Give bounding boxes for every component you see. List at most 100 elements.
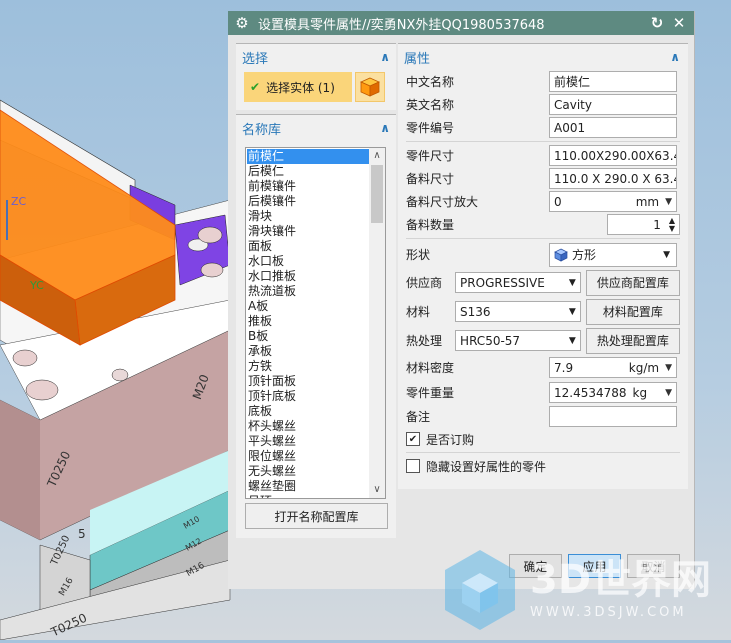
list-item[interactable]: 水口推板 [247, 269, 369, 284]
shape-value: 方形 [572, 248, 597, 262]
dropdown-arrow-icon[interactable]: ▼ [665, 363, 672, 373]
chevron-up-icon[interactable]: ∧ [670, 50, 680, 64]
select-group: 选择 ∧ ✔ 选择实体 (1) [236, 43, 396, 110]
heat-treatment-dropdown[interactable]: HRC50-57 ▼ [455, 330, 581, 351]
list-item[interactable]: 滑块 [247, 209, 369, 224]
list-item[interactable]: 顶针面板 [247, 374, 369, 389]
density-value: 7.9 [554, 360, 574, 375]
name-library-header[interactable]: 名称库 ∧ [236, 114, 396, 141]
supplier-value: PROGRESSIVE [460, 275, 545, 290]
density-input[interactable]: 7.9 kg/m ▼ [549, 357, 677, 378]
order-checkbox-row[interactable]: ✔ 是否订购 [406, 428, 680, 450]
spin-arrows-icon[interactable]: ▲ ▼ [669, 216, 675, 233]
material-dropdown[interactable]: S136 ▼ [455, 301, 581, 322]
dialog-titlebar[interactable]: ⚙ 设置模具零件属性//奕勇NX外挂QQ1980537648 ↻ ✕ [228, 11, 694, 35]
hide-configured-checkbox[interactable] [406, 459, 420, 473]
cancel-button[interactable]: 取消 [627, 554, 680, 578]
plate-number-label: 5 [78, 527, 86, 541]
list-item[interactable]: 顶针底板 [247, 389, 369, 404]
dropdown-arrow-icon[interactable]: ▼ [569, 278, 576, 288]
scroll-down-icon[interactable]: ∨ [369, 482, 385, 498]
list-scrollbar[interactable]: ∧ ∨ [369, 148, 385, 498]
list-item[interactable]: 面板 [247, 239, 369, 254]
shape-label: 形状 [406, 248, 431, 262]
reset-icon[interactable]: ↻ [648, 14, 666, 32]
stock-size-input[interactable]: 110.0 X 290.0 X 63.4 [549, 168, 677, 189]
order-checkbox[interactable]: ✔ [406, 432, 420, 446]
list-item[interactable]: 前模镶件 [247, 179, 369, 194]
list-item[interactable]: 底板 [247, 404, 369, 419]
supplier-library-button[interactable]: 供应商配置库 [585, 269, 680, 296]
dropdown-arrow-icon[interactable]: ▼ [665, 388, 672, 398]
remark-input[interactable] [549, 406, 677, 427]
list-item[interactable]: 推板 [247, 314, 369, 329]
stock-enlarge-label: 备料尺寸放大 [406, 195, 479, 209]
select-entity-button[interactable]: ✔ 选择实体 (1) [244, 72, 352, 102]
list-item[interactable]: 热流道板 [247, 284, 369, 299]
dialog-footer: 确定 应用 取消 [509, 554, 680, 578]
part-size-input[interactable]: 110.00X290.00X63.41 [549, 145, 677, 166]
gear-icon: ⚙ [235, 14, 249, 32]
apply-button[interactable]: 应用 [568, 554, 621, 578]
part-number-label: 零件编号 [406, 121, 455, 135]
chinese-name-label: 中文名称 [406, 75, 455, 89]
shape-dropdown[interactable]: 方形 ▼ [549, 242, 677, 267]
weight-input[interactable]: 12.4534788 kg ▼ [549, 382, 677, 403]
properties-form: 中文名称 前模仁 英文名称 Cavity 零件编号 A001 零件尺寸 110.… [398, 70, 688, 489]
list-item[interactable]: 水口板 [247, 254, 369, 269]
part-number-input[interactable]: A001 [549, 117, 677, 138]
right-panel: 属性 ∧ 中文名称 前模仁 英文名称 Cavity 零件编号 A001 零件尺寸… [398, 43, 688, 489]
material-library-button[interactable]: 材料配置库 [585, 298, 680, 325]
stock-qty-stepper[interactable]: 1 ▲ ▼ [607, 214, 680, 235]
properties-title: 属性 [404, 51, 431, 67]
supplier-dropdown[interactable]: PROGRESSIVE ▼ [455, 272, 581, 293]
list-item[interactable]: 滑块镶件 [247, 224, 369, 239]
list-item[interactable]: 平头螺丝 [247, 434, 369, 449]
properties-header[interactable]: 属性 ∧ [398, 43, 688, 70]
stock-enlarge-value: 0 [554, 194, 562, 209]
scroll-thumb[interactable] [371, 165, 383, 223]
dropdown-arrow-icon[interactable]: ▼ [665, 197, 672, 207]
chinese-name-input[interactable]: 前模仁 [549, 71, 677, 92]
dialog-title: 设置模具零件属性//奕勇NX外挂QQ1980537648 [258, 17, 545, 33]
select-section-title: 选择 [242, 51, 269, 67]
list-item[interactable]: B板 [247, 329, 369, 344]
select-section-header[interactable]: 选择 ∧ [236, 43, 396, 70]
part-properties-dialog: ⚙ 设置模具零件属性//奕勇NX外挂QQ1980537648 ↻ ✕ 选择 ∧ … [228, 11, 695, 589]
chevron-up-icon[interactable]: ∧ [380, 50, 390, 64]
list-item[interactable]: 螺丝垫圈 [247, 479, 369, 494]
divider [406, 452, 680, 453]
zc-axis-label: ZC [11, 195, 27, 208]
yc-axis-label: YC [30, 279, 44, 292]
list-item[interactable]: 前模仁 [247, 149, 369, 164]
ok-button[interactable]: 确定 [509, 554, 562, 578]
scroll-up-icon[interactable]: ∧ [369, 148, 385, 164]
open-name-library-button[interactable]: 打开名称配置库 [245, 503, 388, 529]
list-item[interactable]: 吊环 [247, 494, 369, 498]
weight-value: 12.4534788 [554, 385, 627, 400]
density-unit: kg/m [628, 360, 660, 375]
english-name-input[interactable]: Cavity [549, 94, 677, 115]
hide-checkbox-row[interactable]: 隐藏设置好属性的零件 [406, 455, 680, 477]
dropdown-arrow-icon[interactable]: ▼ [663, 250, 670, 260]
list-item[interactable]: 限位螺丝 [247, 449, 369, 464]
list-item[interactable]: A板 [247, 299, 369, 314]
chevron-up-icon[interactable]: ∧ [380, 121, 390, 135]
dropdown-arrow-icon[interactable]: ▼ [569, 336, 576, 346]
list-item[interactable]: 杯头螺丝 [247, 419, 369, 434]
list-item[interactable]: 承板 [247, 344, 369, 359]
list-item[interactable]: 后模仁 [247, 164, 369, 179]
select-entity-label: 选择实体 (1) [266, 80, 335, 95]
list-item[interactable]: 无头螺丝 [247, 464, 369, 479]
stock-enlarge-input[interactable]: 0 mm ▼ [549, 191, 677, 212]
box-shape-icon [554, 248, 568, 262]
select-solid-button[interactable] [355, 72, 385, 102]
left-panel: 选择 ∧ ✔ 选择实体 (1) 名称库 ∧ 前模仁 后模仁 前模镶件 后模镶件 … [236, 43, 396, 538]
list-item[interactable]: 后模镶件 [247, 194, 369, 209]
list-item[interactable]: 方铁 [247, 359, 369, 374]
close-icon[interactable]: ✕ [670, 14, 688, 32]
heat-treatment-library-button[interactable]: 热处理配置库 [585, 327, 680, 354]
name-library-list[interactable]: 前模仁 后模仁 前模镶件 后模镶件 滑块 滑块镶件 面板 水口板 水口推板 热流道板 A板 推板 B板承… [245, 147, 386, 499]
dropdown-arrow-icon[interactable]: ▼ [569, 307, 576, 317]
density-label: 材料密度 [406, 361, 455, 375]
